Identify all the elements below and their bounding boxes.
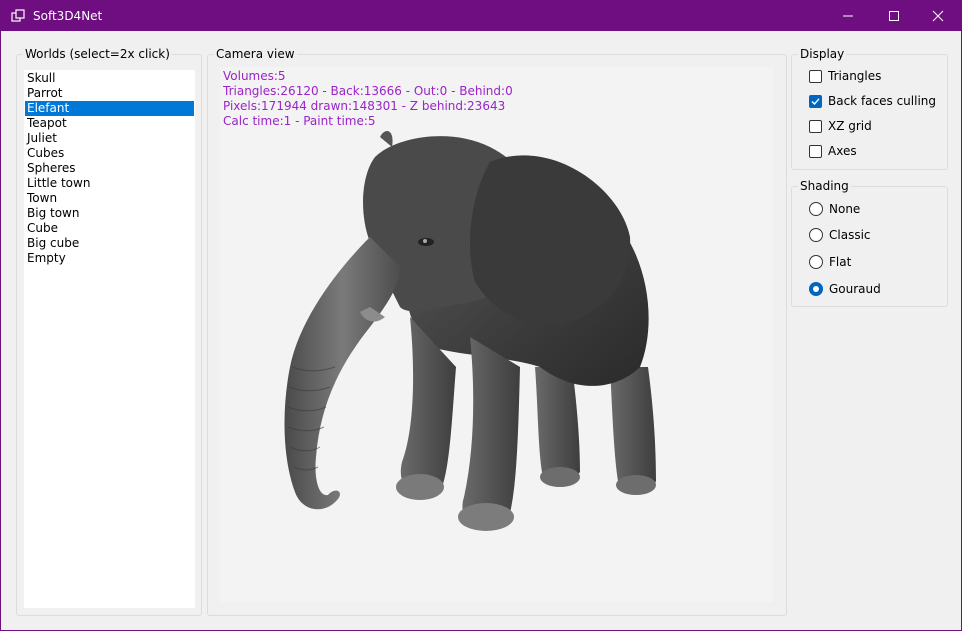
list-item[interactable]: Town [25, 191, 194, 206]
close-icon [932, 10, 944, 22]
minimize-icon [843, 15, 853, 17]
list-item[interactable]: Big town [25, 206, 194, 221]
list-item[interactable]: Parrot [25, 86, 194, 101]
shading-gouraud-row[interactable]: Gouraud [809, 281, 881, 297]
shading-flat-label: Flat [829, 255, 852, 269]
app-window: Soft3D4Net Worlds (select=2x click) Skul… [0, 0, 962, 631]
shading-legend: Shading [798, 179, 851, 193]
list-item[interactable]: Juliet [25, 131, 194, 146]
elephant-model [284, 131, 656, 531]
list-item[interactable]: Big cube [25, 236, 194, 251]
list-item[interactable]: Skull [25, 71, 194, 86]
xz-grid-label: XZ grid [828, 119, 872, 133]
shading-classic-row[interactable]: Classic [809, 227, 871, 243]
shading-classic-label: Classic [829, 228, 871, 242]
shading-none-row[interactable]: None [809, 201, 860, 217]
list-item-selected[interactable]: Elefant [25, 101, 194, 116]
display-legend: Display [798, 47, 847, 61]
shading-none-radio[interactable] [809, 202, 823, 216]
shading-gouraud-radio[interactable] [809, 282, 823, 296]
shading-none-label: None [829, 202, 861, 216]
title-bar[interactable]: Soft3D4Net [1, 1, 961, 31]
window-title: Soft3D4Net [33, 9, 103, 23]
worlds-listbox[interactable]: Skull Parrot Elefant Teapot Juliet Cubes… [24, 70, 195, 608]
camera-viewport[interactable]: Volumes:5 Triangles:26120 - Back:13666 -… [220, 67, 773, 602]
list-item[interactable]: Cube [25, 221, 194, 236]
minimize-button[interactable] [825, 1, 871, 31]
shading-flat-row[interactable]: Flat [809, 254, 851, 270]
list-item[interactable]: Empty [25, 251, 194, 266]
checkmark-icon [811, 97, 820, 105]
list-item[interactable]: Spheres [25, 161, 194, 176]
triangles-checkbox-row[interactable]: Triangles [809, 68, 881, 84]
shading-flat-radio[interactable] [809, 255, 823, 269]
back-faces-culling-checkbox-row[interactable]: Back faces culling [809, 93, 936, 109]
list-item[interactable]: Teapot [25, 116, 194, 131]
axes-checkbox-row[interactable]: Axes [809, 143, 857, 159]
camera-legend: Camera view [214, 47, 297, 61]
app-icon [11, 9, 25, 22]
xz-grid-checkbox-row[interactable]: XZ grid [809, 118, 872, 134]
close-button[interactable] [915, 1, 961, 31]
list-item[interactable]: Little town [25, 176, 194, 191]
triangles-label: Triangles [828, 69, 882, 83]
maximize-button[interactable] [871, 1, 917, 31]
axes-checkbox[interactable] [809, 144, 822, 158]
shading-classic-radio[interactable] [809, 228, 823, 242]
back-faces-culling-checkbox[interactable] [809, 94, 822, 108]
list-item[interactable]: Cubes [25, 146, 194, 161]
triangles-checkbox[interactable] [809, 69, 822, 83]
xz-grid-checkbox[interactable] [809, 119, 822, 133]
worlds-legend: Worlds (select=2x click) [23, 47, 172, 61]
back-faces-culling-label: Back faces culling [828, 94, 936, 108]
radio-dot-icon [813, 286, 819, 292]
maximize-icon [889, 11, 899, 21]
shading-gouraud-label: Gouraud [829, 282, 881, 296]
axes-label: Axes [828, 144, 857, 158]
